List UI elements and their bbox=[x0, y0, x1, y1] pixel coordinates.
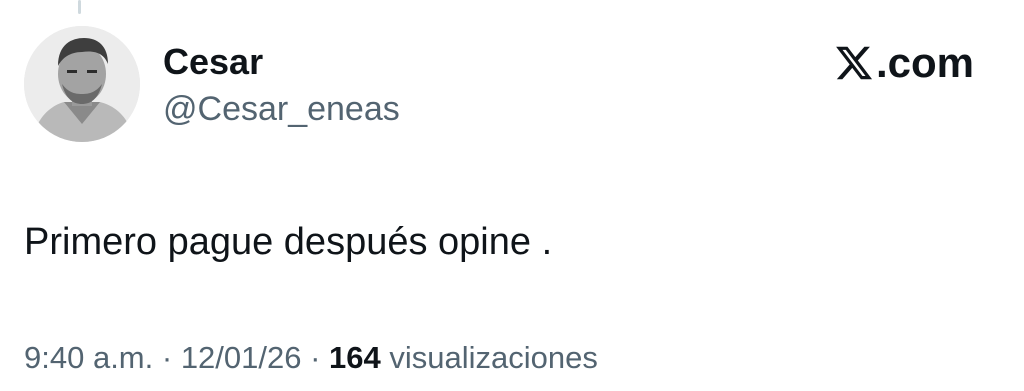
thread-connector-line bbox=[78, 0, 81, 14]
views-count[interactable]: 164 bbox=[329, 340, 381, 375]
tweet-time[interactable]: 9:40 a.m. bbox=[24, 340, 153, 375]
meta-separator: · bbox=[153, 340, 181, 375]
tweet-meta: 9:40 a.m. · 12/01/26 · 164 visualizacion… bbox=[24, 336, 598, 380]
views-label: visualizaciones bbox=[380, 340, 598, 375]
tweet-date[interactable]: 12/01/26 bbox=[181, 340, 302, 375]
author-display-name[interactable]: Cesar bbox=[163, 40, 263, 84]
profile-photo-icon bbox=[24, 26, 140, 142]
tweet-card: Cesar @Cesar_eneas .com Primero pague de… bbox=[0, 0, 1024, 391]
author-handle[interactable]: @Cesar_eneas bbox=[163, 88, 400, 130]
tweet-text: Primero pague después opine . bbox=[24, 221, 553, 263]
avatar[interactable] bbox=[24, 26, 140, 142]
x-com-brand: .com bbox=[834, 40, 974, 86]
brand-suffix: .com bbox=[875, 39, 974, 86]
meta-separator: · bbox=[301, 340, 330, 375]
x-logo-icon bbox=[836, 46, 873, 80]
